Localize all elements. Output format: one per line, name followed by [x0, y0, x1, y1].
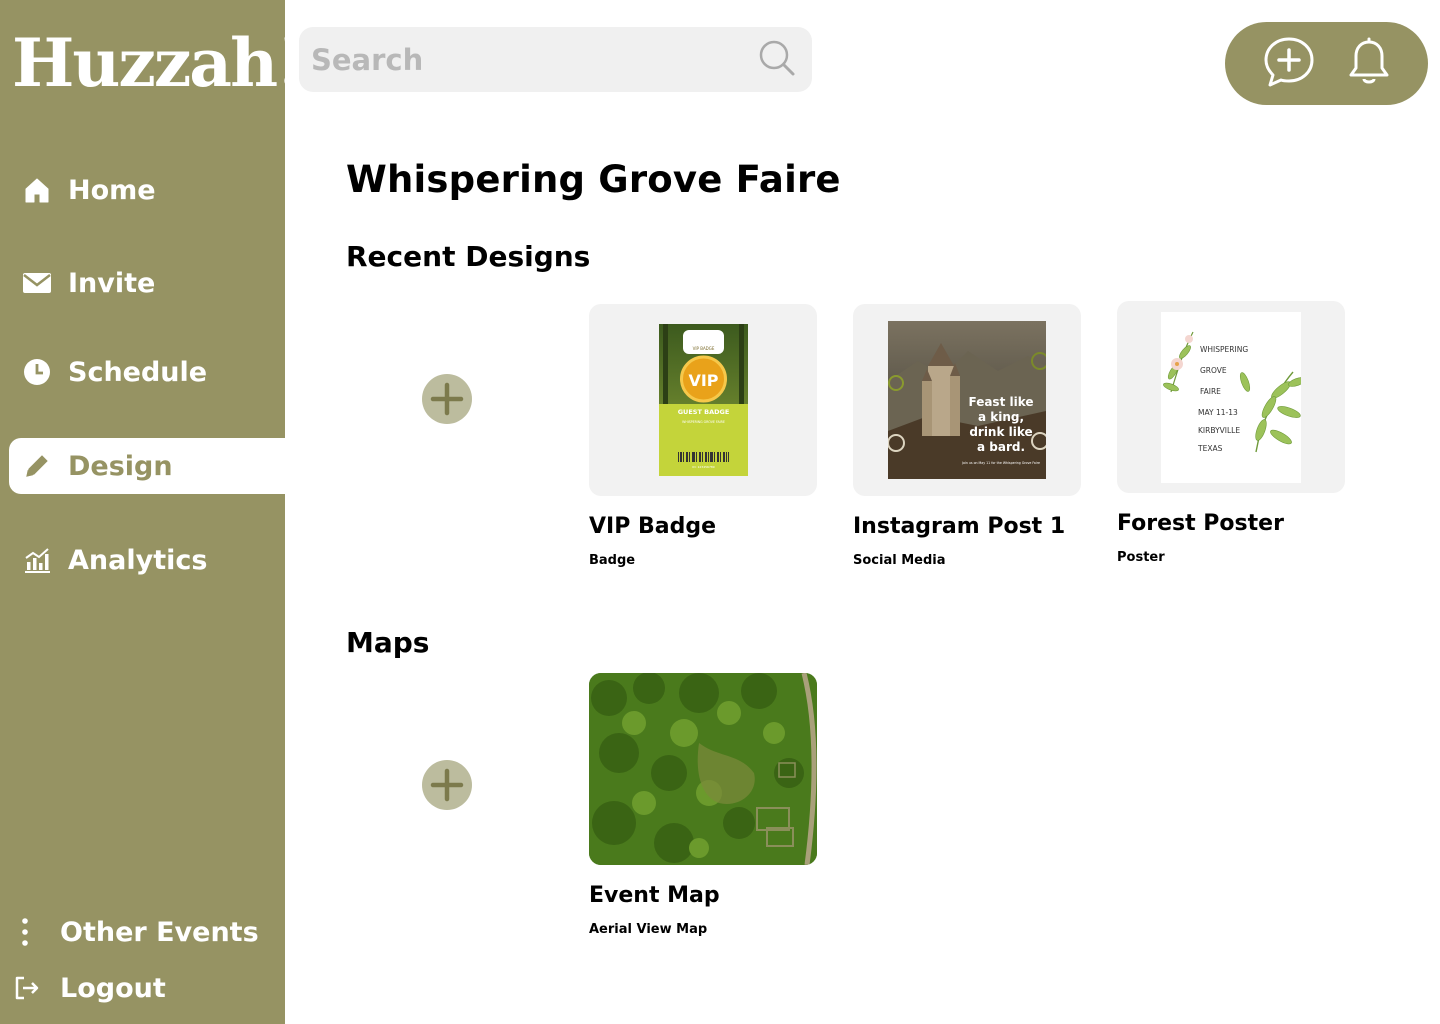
sidebar-item-label: Logout	[60, 972, 166, 1004]
clock-icon	[22, 357, 52, 387]
design-card-forest-poster[interactable]: WHISPERING GROVE FAIRE MAY 11-13 KIRBYVI…	[1117, 301, 1345, 565]
maps-title: Maps	[346, 626, 430, 659]
sidebar-item-other-events[interactable]: Other Events	[0, 904, 276, 960]
poster-line-5: KIRBYVILLE	[1198, 426, 1240, 435]
map-thumbnail[interactable]	[589, 673, 817, 865]
map-card-event-map[interactable]: Event Map Aerial View Map	[589, 673, 817, 937]
app-logo[interactable]: Huzzah!	[12, 30, 305, 96]
badge-id: ID: 123456789	[692, 465, 714, 469]
plus-icon	[430, 768, 464, 802]
add-design-button[interactable]	[422, 374, 472, 424]
design-card-vip-badge[interactable]: VIP BADGE VIP GUEST BADGE WHISPERING GRO…	[589, 304, 817, 568]
poster-line-6: TEXAS	[1197, 444, 1223, 453]
post-line-4: a bard.	[977, 440, 1025, 454]
poster-line-1: WHISPERING	[1200, 345, 1248, 354]
forest-poster-preview: WHISPERING GROVE FAIRE MAY 11-13 KIRBYVI…	[1161, 311, 1301, 483]
design-type: Badge	[589, 553, 636, 568]
recent-designs-title: Recent Designs	[346, 240, 591, 273]
add-map-button[interactable]	[422, 760, 472, 810]
poster-line-3: FAIRE	[1200, 387, 1221, 396]
poster-line-2: GROVE	[1200, 366, 1227, 375]
sidebar-item-schedule[interactable]: Schedule	[9, 344, 285, 400]
post-line-2: a king,	[978, 410, 1024, 424]
design-thumbnail[interactable]: WHISPERING GROVE FAIRE MAY 11-13 KIRBYVI…	[1117, 301, 1345, 493]
logout-icon	[12, 973, 42, 1003]
instagram-post-preview: Feast like a king, drink like a bard. Jo…	[888, 321, 1046, 479]
sidebar-item-design[interactable]: Design	[9, 438, 285, 494]
map-name[interactable]: Event Map	[589, 883, 817, 908]
sidebar-item-label: Schedule	[68, 356, 208, 388]
chart-icon	[22, 545, 52, 575]
map-type: Aerial View Map	[589, 922, 708, 937]
badge-guest-label: GUEST BADGE	[677, 408, 729, 416]
badge-top-label: VIP BADGE	[692, 346, 714, 351]
pencil-icon	[22, 451, 52, 481]
design-thumbnail[interactable]: VIP BADGE VIP GUEST BADGE WHISPERING GRO…	[589, 304, 817, 496]
sidebar-item-analytics[interactable]: Analytics	[9, 532, 285, 588]
search-icon[interactable]	[758, 39, 796, 81]
post-line-1: Feast like	[968, 395, 1033, 409]
design-name[interactable]: Instagram Post 1	[853, 514, 1081, 539]
top-actions	[1225, 22, 1428, 105]
sidebar-item-home[interactable]: Home	[9, 162, 285, 218]
sidebar-item-label: Analytics	[68, 544, 208, 576]
sidebar-item-logout[interactable]: Logout	[0, 960, 276, 1016]
plus-icon	[430, 382, 464, 416]
poster-line-4: MAY 11-13	[1198, 408, 1238, 417]
home-icon	[22, 175, 52, 205]
design-thumbnail[interactable]: Feast like a king, drink like a bard. Jo…	[853, 304, 1081, 496]
search-bar	[299, 27, 812, 92]
envelope-icon	[22, 268, 52, 298]
sidebar-item-label: Other Events	[60, 916, 259, 948]
badge-medal-text: VIP	[688, 371, 718, 390]
more-vertical-icon	[10, 917, 40, 947]
design-type: Poster	[1117, 550, 1165, 565]
post-line-3: drink like	[969, 425, 1032, 439]
sidebar-item-label: Invite	[68, 267, 156, 299]
search-input[interactable]	[311, 42, 758, 77]
post-small-text: Join us on May 11 for the Whispering Gro…	[961, 461, 1040, 465]
aerial-map-preview	[589, 673, 817, 865]
new-message-icon[interactable]	[1262, 35, 1316, 93]
design-name[interactable]: Forest Poster	[1117, 511, 1345, 536]
sidebar-item-label: Home	[68, 174, 156, 206]
design-card-instagram-post[interactable]: Feast like a king, drink like a bard. Jo…	[853, 304, 1081, 568]
vip-badge-preview: VIP BADGE VIP GUEST BADGE WHISPERING GRO…	[658, 324, 748, 476]
sidebar: Huzzah! Home Invite Schedule Design Anal…	[0, 0, 305, 1024]
badge-event-label: WHISPERING GROVE FAIRE	[682, 420, 725, 424]
bell-icon[interactable]	[1347, 37, 1391, 91]
page-title: Whispering Grove Faire	[346, 158, 841, 201]
design-type: Social Media	[853, 553, 946, 568]
design-name[interactable]: VIP Badge	[589, 514, 817, 539]
sidebar-item-label: Design	[68, 450, 173, 482]
sidebar-item-invite[interactable]: Invite	[9, 255, 285, 311]
